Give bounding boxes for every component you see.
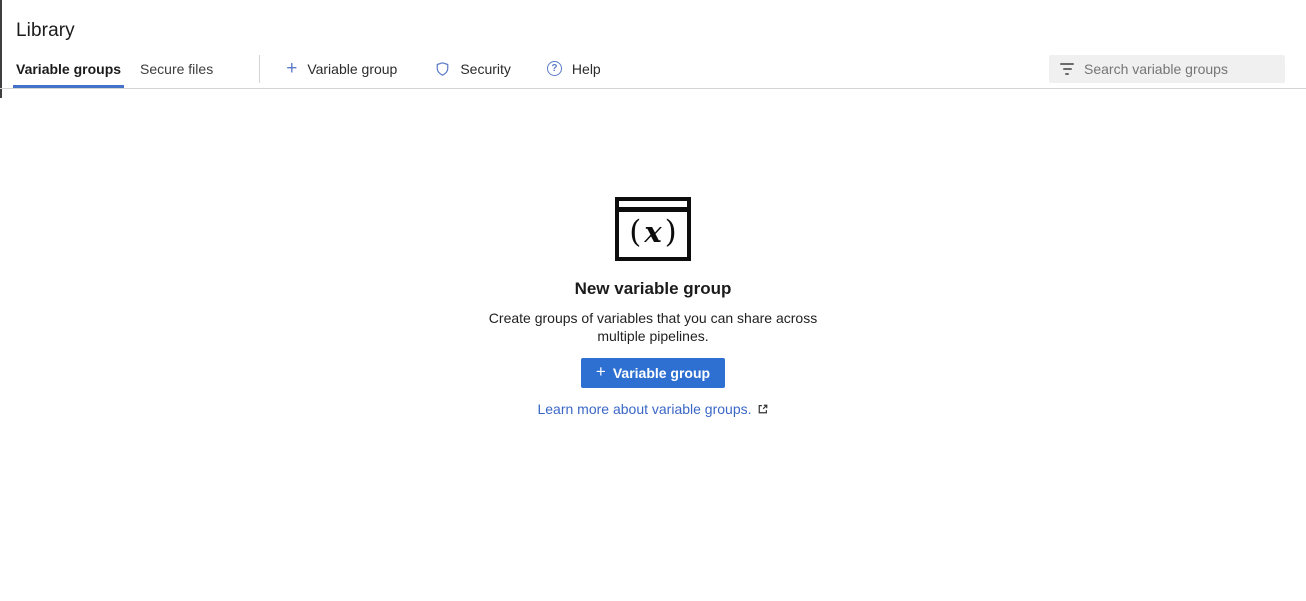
page-header: Library xyxy=(0,0,1306,42)
help-command[interactable]: ? Help xyxy=(547,61,601,77)
filter-icon xyxy=(1059,63,1075,75)
plus-icon: + xyxy=(286,62,297,76)
active-tab-underline xyxy=(13,85,124,88)
variable-group-icon-titlebar xyxy=(619,201,687,207)
external-link-icon xyxy=(757,403,769,415)
empty-state-description: Create groups of variables that you can … xyxy=(488,309,818,345)
toolbar-divider xyxy=(259,55,260,83)
learn-more-link[interactable]: Learn more about variable groups. xyxy=(0,401,1306,417)
help-label: Help xyxy=(572,61,601,77)
tab-bar: Variable groups Secure files + Variable … xyxy=(0,49,1306,89)
security-command[interactable]: Security xyxy=(435,61,511,77)
tab-variable-groups-label: Variable groups xyxy=(16,61,121,77)
security-label: Security xyxy=(460,61,511,77)
add-variable-group-command[interactable]: + Variable group xyxy=(286,61,397,77)
tab-variable-groups[interactable]: Variable groups xyxy=(16,49,121,88)
help-icon: ? xyxy=(547,61,562,76)
search-input[interactable] xyxy=(1084,61,1275,77)
new-variable-group-button[interactable]: + Variable group xyxy=(581,358,725,388)
plus-icon: + xyxy=(596,365,606,379)
add-variable-group-label: Variable group xyxy=(307,61,397,77)
learn-more-link-label: Learn more about variable groups. xyxy=(537,401,751,417)
variable-group-icon-body: (x) xyxy=(619,212,687,257)
page-title: Library xyxy=(16,20,1290,42)
variable-group-icon: (x) xyxy=(615,197,691,261)
tab-secure-files[interactable]: Secure files xyxy=(140,49,213,88)
empty-state: (x) New variable group Create groups of … xyxy=(0,197,1306,417)
tab-secure-files-label: Secure files xyxy=(140,61,213,77)
shield-icon xyxy=(435,61,450,77)
search-box[interactable] xyxy=(1049,55,1285,83)
empty-state-title: New variable group xyxy=(0,279,1306,299)
new-variable-group-button-label: Variable group xyxy=(613,365,710,381)
